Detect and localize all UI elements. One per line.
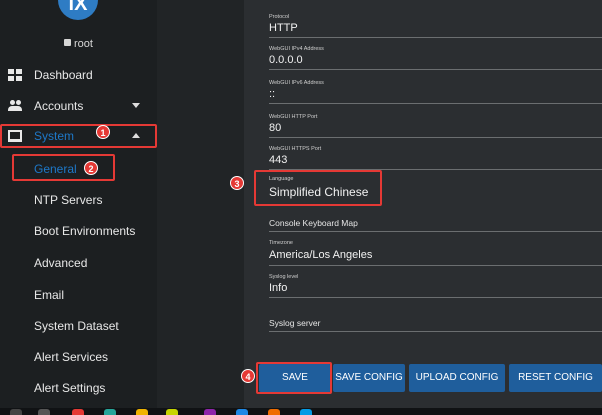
sidebar-item-dashboard[interactable]: Dashboard bbox=[0, 63, 157, 87]
accounts-icon bbox=[8, 100, 22, 112]
sidebar-subitem-label: Email bbox=[34, 288, 65, 302]
field-value: 443 bbox=[269, 154, 288, 166]
field-value: America/Los Angeles bbox=[269, 249, 373, 261]
timezone-select[interactable]: Timezone America/Los Angeles bbox=[269, 240, 602, 266]
field-value: 0.0.0.0 bbox=[269, 54, 303, 66]
sidebar-subitem-boot-environments[interactable]: Boot Environments bbox=[0, 219, 157, 243]
sidebar-item-accounts[interactable]: Accounts bbox=[0, 94, 157, 118]
field-label: Syslog level bbox=[269, 274, 299, 280]
lock-icon bbox=[64, 39, 72, 46]
console-keyboard-map-select[interactable]: Console Keyboard Map bbox=[269, 212, 602, 232]
field-label: WebGUI IPv6 Address bbox=[269, 80, 324, 86]
annotation-badge-2: 2 bbox=[84, 161, 98, 175]
sidebar-subitem-alert-services[interactable]: Alert Services bbox=[0, 345, 157, 369]
field-placeholder: Console Keyboard Map bbox=[269, 218, 358, 228]
webgui-ipv6-select[interactable]: WebGUI IPv6 Address :: bbox=[269, 80, 602, 104]
sidebar: iX root Dashboard Accounts System Genera… bbox=[0, 0, 157, 408]
field-value: HTTP bbox=[269, 22, 298, 34]
upload-config-button[interactable]: UPLOAD CONFIG bbox=[409, 364, 505, 392]
chevron-down-icon bbox=[132, 103, 140, 108]
syslog-server-input[interactable]: Syslog server bbox=[269, 312, 602, 332]
sidebar-subitem-label: Alert Services bbox=[34, 350, 109, 364]
sidebar-subitem-label: Advanced bbox=[34, 256, 88, 270]
field-value: :: bbox=[269, 88, 276, 100]
truenas-logo: iX bbox=[58, 0, 98, 20]
current-user: root bbox=[0, 38, 157, 50]
sidebar-subitem-email[interactable]: Email bbox=[0, 283, 157, 307]
sidebar-subitem-label: NTP Servers bbox=[34, 193, 103, 207]
annotation-box-save bbox=[256, 362, 332, 394]
taskbar-app-icon[interactable] bbox=[72, 409, 84, 415]
field-value: Info bbox=[269, 282, 288, 294]
field-value: 80 bbox=[269, 122, 282, 134]
annotation-badge-1: 1 bbox=[96, 125, 110, 139]
taskbar-app-icon[interactable] bbox=[136, 409, 148, 415]
webgui-http-port-input[interactable]: WebGUI HTTP Port 80 bbox=[269, 114, 602, 138]
annotation-badge-3: 3 bbox=[230, 176, 244, 190]
protocol-select[interactable]: Protocol HTTP bbox=[269, 14, 602, 38]
sidebar-item-label: Dashboard bbox=[34, 68, 93, 82]
syslog-level-select[interactable]: Syslog level Info bbox=[269, 274, 602, 298]
save-config-button[interactable]: SAVE CONFIG bbox=[333, 364, 405, 392]
taskbar-app-icon[interactable] bbox=[236, 409, 248, 415]
taskbar-app-icon[interactable] bbox=[166, 409, 178, 415]
username: root bbox=[74, 38, 93, 50]
webgui-ipv4-select[interactable]: WebGUI IPv4 Address 0.0.0.0 bbox=[269, 46, 602, 70]
annotation-badge-4: 4 bbox=[241, 369, 255, 383]
taskbar-app-icon[interactable] bbox=[300, 409, 312, 415]
annotation-box-system bbox=[0, 124, 157, 148]
sidebar-subitem-label: Alert Settings bbox=[34, 381, 106, 395]
taskbar-app-icon[interactable] bbox=[268, 409, 280, 415]
taskbar-app-icon[interactable] bbox=[204, 409, 216, 415]
sidebar-subitem-label: Boot Environments bbox=[34, 224, 136, 238]
taskbar-app-icon[interactable] bbox=[104, 409, 116, 415]
taskbar-app-icon[interactable] bbox=[38, 409, 50, 415]
dashboard-icon bbox=[8, 69, 22, 81]
field-label: WebGUI HTTPS Port bbox=[269, 146, 322, 152]
field-label: WebGUI IPv4 Address bbox=[269, 46, 324, 52]
field-placeholder: Syslog server bbox=[269, 318, 321, 328]
taskbar-app-icon[interactable] bbox=[10, 409, 22, 415]
sidebar-subitem-ntp-servers[interactable]: NTP Servers bbox=[0, 188, 157, 212]
field-label: Protocol bbox=[269, 14, 290, 20]
annotation-box-general bbox=[12, 154, 115, 181]
sidebar-item-label: Accounts bbox=[34, 99, 84, 113]
field-label: WebGUI HTTP Port bbox=[269, 114, 318, 120]
sidebar-subitem-alert-settings[interactable]: Alert Settings bbox=[0, 376, 157, 400]
reset-config-button[interactable]: RESET CONFIG bbox=[509, 364, 602, 392]
sidebar-subitem-label: System Dataset bbox=[34, 319, 119, 333]
sidebar-subitem-advanced[interactable]: Advanced bbox=[0, 251, 157, 275]
annotation-box-language bbox=[254, 170, 382, 206]
sidebar-subitem-system-dataset[interactable]: System Dataset bbox=[0, 314, 157, 338]
field-label: Timezone bbox=[269, 240, 293, 246]
webgui-https-port-input[interactable]: WebGUI HTTPS Port 443 bbox=[269, 146, 602, 170]
